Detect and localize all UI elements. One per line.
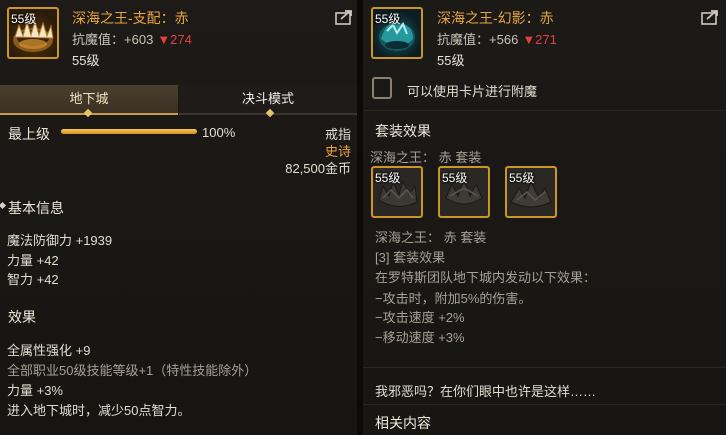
effect-line: 力量 +3% [7, 383, 63, 398]
resist-change: ▼274 [157, 32, 192, 47]
item-level-badge: 55级 [375, 12, 401, 26]
flavor-text: 我邪恶吗？在你们眼中也许是这样…… [375, 384, 597, 399]
share-icon[interactable] [335, 9, 353, 25]
related-content-header[interactable]: 相关内容 [375, 413, 431, 433]
share-icon[interactable] [701, 9, 719, 25]
section-bullet [0, 201, 7, 210]
set-piece-level: 55级 [509, 171, 535, 185]
set-name: 深海之王： 赤 套装 [375, 230, 487, 245]
resist-change: ▼271 [522, 32, 557, 47]
effect-line: 全属性强化 +9 [7, 343, 91, 358]
item-price: 82,500金币 [285, 161, 351, 176]
resist-value: +603 [124, 32, 154, 47]
effect-line: 进入地下城时，减少50点智力。 [7, 403, 191, 418]
divider-line [363, 110, 726, 111]
set-name: 深海之王： 赤 套装 [370, 150, 482, 165]
set-piece-level: 55级 [375, 171, 401, 185]
set-count-label: [3] 套装效果 [375, 250, 446, 265]
card-enchant-checkbox[interactable] [372, 77, 392, 99]
set-effect-line: −攻击时，附加5%的伤害。 [375, 291, 532, 306]
card-enchant-label: 可以使用卡片进行附魔 [407, 84, 538, 99]
set-effect-line: 在罗特斯团队地下城内发动以下效果： [375, 270, 597, 285]
grade-progress-fill [61, 129, 197, 134]
item-icon-ring-dominion: 55级 [7, 7, 59, 59]
item-icon-ring-phantom: 55级 [371, 7, 423, 59]
effect-line: 全部职业50级技能等级+1（特性技能除外） [7, 363, 258, 378]
basic-info-header: 基本信息 [8, 200, 64, 216]
divider-line [363, 404, 726, 405]
item-name: 深海之王-幻影：赤 [437, 10, 554, 26]
set-piece-slot[interactable]: 55级 [371, 166, 423, 218]
set-effect-header: 套装效果 [375, 123, 431, 139]
resist-label: 抗魔值： [437, 32, 490, 47]
grade-label: 最上级 [8, 126, 50, 142]
resist-value: +566 [489, 32, 519, 47]
mode-tabs: 地下城 决斗模式 [0, 85, 357, 115]
item-level: 55级 [437, 53, 465, 68]
grade-percent: 100% [202, 125, 236, 140]
item-name: 深海之王-支配：赤 [72, 10, 189, 26]
resist-stat: 抗魔值：+566 ▼271 [437, 29, 557, 48]
set-effect-line: −攻击速度 +2% [375, 310, 465, 325]
grade-progress-bar [61, 129, 197, 134]
item-tooltip-right: 55级 深海之王-幻影：赤 抗魔值：+566 ▼271 55级 可以使用卡片进行附… [363, 0, 726, 435]
item-tooltip-left: 55级 深海之王-支配：赤 抗魔值：+603 ▼274 55级 地下城 决斗模式 … [0, 0, 357, 435]
stat-line: 力量 +42 [7, 253, 59, 268]
stat-line: 魔法防御力 +1939 [7, 233, 113, 248]
effects-header: 效果 [8, 309, 36, 325]
resist-stat: 抗魔值：+603 ▼274 [72, 29, 192, 48]
item-level: 55级 [72, 53, 100, 68]
stat-line: 智力 +42 [7, 272, 59, 287]
set-effect-line: −移动速度 +3% [375, 330, 465, 345]
set-piece-level: 55级 [442, 171, 468, 185]
set-piece-slot[interactable]: 55级 [438, 166, 490, 218]
set-piece-slot[interactable]: 55级 [505, 166, 557, 218]
resist-label: 抗魔值： [72, 32, 125, 47]
divider-line [363, 367, 726, 368]
item-level-badge: 55级 [11, 12, 37, 26]
